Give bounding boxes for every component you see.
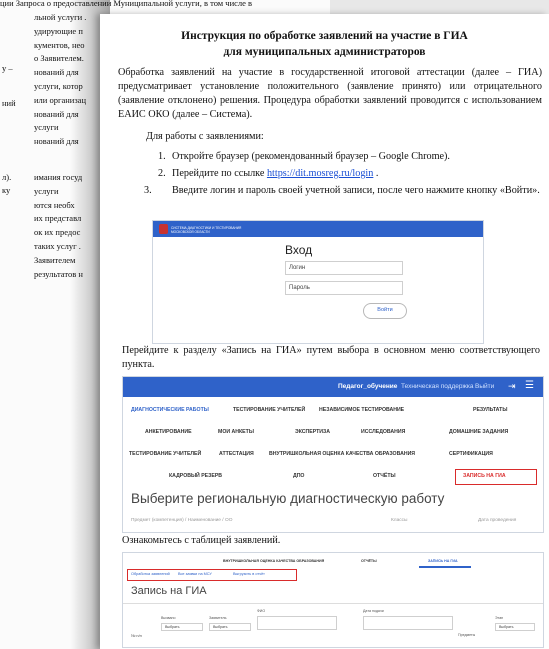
step-2-prefix: Перейдите по ссылке: [172, 168, 267, 179]
filter-prev-label: Заявитель: [209, 616, 227, 620]
step-3-number: 3.: [144, 185, 152, 196]
step-4-text: Перейдите к разделу «Запись на ГИА» путе…: [122, 345, 540, 370]
password-field[interactable]: Пароль: [285, 281, 403, 295]
filter-status-label: Вызвано: [161, 616, 176, 620]
menu-item-row3-1[interactable]: АТТЕСТАЦИЯ: [219, 451, 254, 457]
step-1-text: Откройте браузер (рекомендованный браузе…: [172, 151, 450, 162]
menu-hamburger-icon[interactable]: ☰: [525, 380, 534, 391]
tmenu-active-underline: [419, 566, 471, 568]
filter-stage-select[interactable]: Выбрать: [495, 623, 535, 631]
step-2: 2. Перейдите по ссылке https://dit.mosreg…: [158, 167, 538, 181]
step-2-suffix: .: [373, 168, 379, 179]
support-link[interactable]: Техническая поддержка: [401, 383, 473, 390]
menu-item-row1-3[interactable]: РЕЗУЛЬТАТЫ: [473, 407, 507, 413]
user-name[interactable]: Педагог_обучение: [338, 383, 397, 390]
background-top-line: ции Запроса о предоставлении Муниципальн…: [0, 0, 253, 8]
menu-item-row3-3[interactable]: СЕРТИФИКАЦИЯ: [449, 451, 493, 457]
document-page: Инструкция по обработке заявлений на уча…: [100, 14, 549, 649]
login-header: СИСТЕМА ДИАГНОСТИКИ И ТЕСТИРОВАНИЯ МОСКО…: [153, 221, 483, 237]
background-fragment: ний: [2, 98, 16, 108]
filter-status-select[interactable]: Выбрать: [161, 623, 203, 631]
filter-date-label: Дата подачи: [363, 609, 384, 613]
menu-topbar: Педагог_обучение Техническая поддержка В…: [123, 377, 543, 397]
login-link[interactable]: https://dit.mosreg.ru/login: [267, 168, 373, 179]
step-4-number: 4.: [104, 344, 122, 358]
menu-item-row3-0[interactable]: ТЕСТИРОВАНИЕ УЧИТЕЛЕЙ: [129, 451, 201, 457]
login-screenshot: СИСТЕМА ДИАГНОСТИКИ И ТЕСТИРОВАНИЯ МОСКО…: [152, 220, 484, 344]
background-fragment: л).: [2, 172, 12, 182]
menu-item-row2-0[interactable]: АНКЕТИРОВАНИЕ: [145, 429, 192, 435]
step-3-text: Введите логин и пароль своей учетной зап…: [172, 185, 540, 196]
tab-all[interactable]: Все заявки на МСУ: [178, 572, 212, 576]
doc-intro: Обработка заявлений на участие в государ…: [118, 67, 542, 120]
logout-icon[interactable]: ⇥: [508, 381, 516, 392]
menu-item-row1-0[interactable]: ДИАГНОСТИЧЕСКИЕ РАБОТЫ: [131, 407, 209, 413]
menu-item-row2-1[interactable]: МОИ АНКЕТЫ: [218, 429, 254, 435]
menu-item-row2-3[interactable]: ИССЛЕДОВАНИЯ: [361, 429, 405, 435]
step-2-number: 2.: [158, 168, 166, 179]
menu-item-row4-2[interactable]: ОТЧЁТЫ: [373, 473, 396, 479]
background-fragment: у –: [2, 63, 13, 73]
background-line: услуги: [34, 185, 59, 196]
step-5: 5.Ознакомьтесь с таблицей заявлений.: [104, 534, 540, 548]
background-line: ются необх: [34, 199, 75, 210]
doc-title-line1: Инструкция по обработке заявлений на уча…: [181, 30, 468, 42]
menu-item-row3-2[interactable]: ВНУТРИШКОЛЬНАЯ ОЦЕНКА КАЧЕСТВА ОБРАЗОВАН…: [269, 451, 415, 457]
menu-item-row1-1[interactable]: ТЕСТИРОВАНИЕ УЧИТЕЛЕЙ: [233, 407, 305, 413]
tmenu-oko[interactable]: ВНУТРИШКОЛЬНАЯ ОЦЕНКА КАЧЕСТВА ОБРАЗОВАН…: [223, 559, 324, 563]
filter-date-input[interactable]: [363, 616, 453, 630]
background-line: услуги: [34, 122, 59, 133]
table-col-date: Дата проведения: [478, 518, 517, 523]
emblem-icon: [159, 224, 168, 234]
login-header-text: СИСТЕМА ДИАГНОСТИКИ И ТЕСТИРОВАНИЯ МОСКО…: [171, 226, 242, 234]
step-4: 4.Перейдите к разделу «Запись на ГИА» пу…: [104, 344, 540, 372]
background-fragment: ку: [2, 185, 11, 195]
menu-item-row4-1[interactable]: ДПО: [293, 473, 304, 479]
tmenu-gia[interactable]: ЗАПИСЬ НА ГИА: [428, 559, 458, 563]
menu-item-row4-0[interactable]: КАДРОВЫЙ РЕЗЕРВ: [169, 473, 222, 479]
table-col-classes: Классы: [391, 518, 408, 523]
doc-title-line2: для муниципальных администраторов: [223, 46, 426, 58]
login-heading: Вход: [285, 243, 313, 257]
step-1-number: 1.: [158, 151, 166, 162]
col-fio: ФИО: [257, 609, 266, 613]
filter-prev-select[interactable]: Выбрать: [209, 623, 251, 631]
step-1: 1. Откройте браузер (рекомендованный брау…: [158, 150, 538, 164]
doc-work-intro: Для работы с заявлениями:: [146, 131, 264, 142]
menu-item-row2-2[interactable]: ЭКСПЕРТИЗА: [295, 429, 330, 435]
col-no: № п/п: [131, 633, 142, 638]
menu-item-row1-2[interactable]: НЕЗАВИСИМОЕ ТЕСТИРОВАНИЕ: [319, 407, 404, 413]
step-5-text: Ознакомьтесь с таблицей заявлений.: [122, 535, 281, 546]
gia-highlight: [455, 469, 537, 485]
filter-fio-input[interactable]: [257, 616, 337, 630]
table-col-subject: Предмет (компетенция) / Наименование / О…: [131, 518, 233, 523]
login-field[interactable]: Логин: [285, 261, 403, 275]
tab-export[interactable]: Выгрузить в отчёт: [233, 572, 265, 576]
col-subjects: Предметы: [458, 633, 476, 637]
menu-screenshot: Педагог_обучение Техническая поддержка В…: [122, 376, 544, 533]
step-5-number: 5.: [104, 534, 122, 548]
tmenu-reports[interactable]: ОТЧЁТЫ: [361, 559, 377, 563]
diagnostic-heading: Выберите региональную диагностическую ра…: [131, 491, 445, 506]
gia-heading: Запись на ГИА: [131, 585, 207, 597]
login-submit-button[interactable]: Войти: [363, 303, 407, 319]
tab-processing[interactable]: Обработка заявлений: [131, 572, 170, 576]
filter-stage-label: Этап: [495, 616, 504, 620]
logout-link[interactable]: Выйти: [475, 383, 494, 390]
table-divider: [123, 603, 543, 604]
table-screenshot: ВНУТРИШКОЛЬНАЯ ОЦЕНКА КАЧЕСТВА ОБРАЗОВАН…: [122, 552, 544, 648]
step-3: 3. Введите логин и пароль своей учетной з…: [144, 184, 540, 198]
menu-item-row2-4[interactable]: ДОМАШНИЕ ЗАДАНИЯ: [449, 429, 508, 435]
